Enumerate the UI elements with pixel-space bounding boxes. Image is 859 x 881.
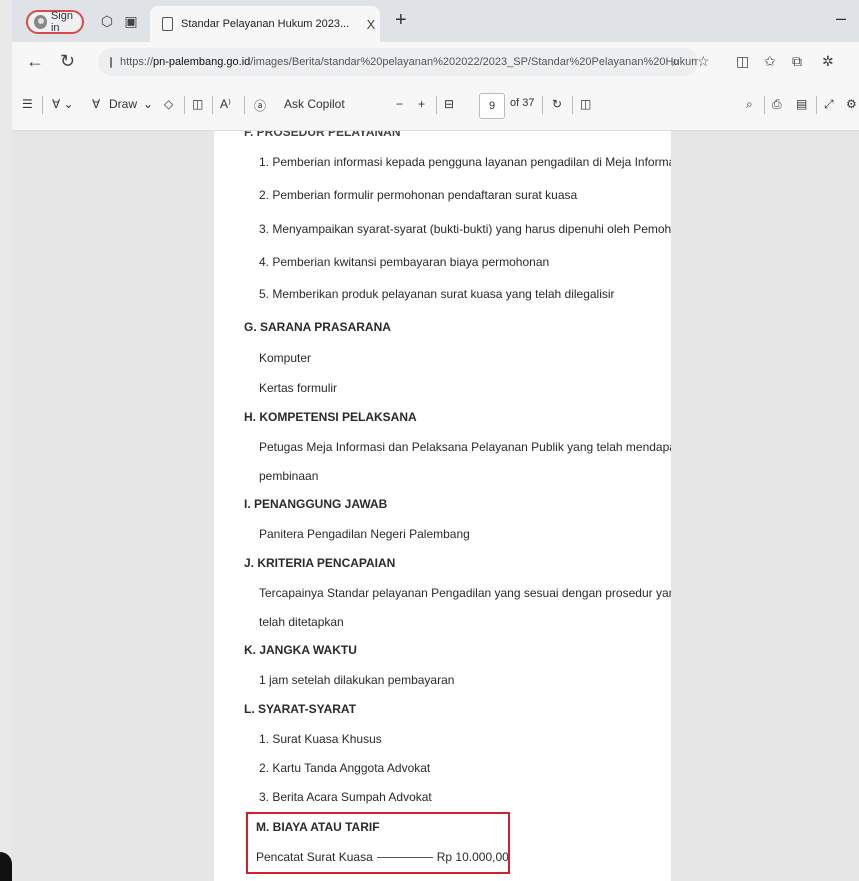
list-item: 2. Kartu Tanda Anggota Advokat — [259, 761, 431, 775]
draw-button[interactable]: Draw — [109, 97, 137, 111]
section-j-title: J. KRITERIA PENCAPAIAN — [244, 556, 396, 570]
tab-title: Standar Pelayanan Hukum 2023... — [181, 18, 350, 30]
address-input[interactable]: https://pn-palembang.go.id/images/Berita… — [98, 48, 698, 76]
list-item: 2. Pemberian formulir permohonan pendaft… — [259, 188, 578, 202]
favorites-icon[interactable]: ✩ — [764, 53, 776, 70]
divider — [764, 96, 765, 114]
document-icon — [162, 17, 173, 31]
divider — [436, 96, 437, 114]
draw-dropdown-icon[interactable]: ⌄ — [143, 97, 153, 111]
workspaces-icon[interactable]: ⬡ — [98, 12, 116, 30]
sign-in-label: Sign in — [50, 10, 73, 34]
search-icon[interactable]: ⌕ — [746, 97, 753, 112]
list-item: 1. Surat Kuasa Khusus — [259, 732, 382, 746]
list-item: 3. Menyampaikan syarat-syarat (bukti-buk… — [259, 222, 671, 236]
contents-icon[interactable]: ☰ — [22, 97, 33, 111]
list-item: 4. Pemberian kwitansi pembayaran biaya p… — [259, 255, 550, 269]
list-item: Kertas formulir — [259, 381, 338, 395]
eraser-icon[interactable]: ◇ — [164, 97, 173, 111]
back-icon[interactable]: ← — [26, 51, 44, 72]
split-screen-icon[interactable]: ◫ — [736, 53, 749, 70]
divider — [542, 96, 543, 114]
paragraph-line: 1 jam setelah dilakukan pembayaran — [259, 673, 455, 687]
section-f-title: F. PROSEDUR PELAYANAN — [244, 131, 401, 139]
browser-titlebar: Sign in ⬡ ▣ Standar Pelayanan Hukum 2023… — [12, 0, 859, 42]
profile-icon — [34, 15, 47, 29]
paragraph-line: telah ditetapkan — [259, 615, 344, 629]
pdf-page: F. PROSEDUR PELAYANAN 1. Pemberian infor… — [214, 131, 671, 881]
list-item: 5. Memberikan produk pelayanan surat kua… — [259, 287, 615, 301]
list-item: Komputer — [259, 351, 312, 365]
fit-page-icon[interactable]: ⊟ — [444, 97, 454, 111]
ask-copilot-button[interactable]: Ask Copilot — [284, 97, 345, 111]
translate-icon[interactable]: ⓐ — [254, 97, 266, 114]
url-host: pn-palembang.go.id — [153, 56, 251, 68]
paragraph-line: Petugas Meja Informasi dan Pelaksana Pel… — [259, 440, 671, 454]
list-item: 3. Berita Acara Sumpah Advokat — [259, 790, 432, 804]
new-tab-button[interactable]: + — [395, 9, 407, 32]
draw-icon[interactable]: ∀ — [92, 97, 100, 111]
paragraph-line: Panitera Pengadilan Negeri Palembang — [259, 527, 470, 541]
favorite-star-icon[interactable]: ☆ — [697, 53, 710, 70]
sign-in-button[interactable]: Sign in — [26, 10, 84, 34]
settings-icon[interactable]: ⚙ — [846, 97, 857, 111]
read-aloud-button[interactable]: A⁾ — [220, 97, 231, 111]
active-tab[interactable]: Standar Pelayanan Hukum 2023... X — [150, 6, 380, 42]
site-info-icon[interactable] — [110, 56, 112, 68]
two-page-icon[interactable]: ◫ — [580, 97, 591, 111]
paragraph-line: Tercapainya Standar pelayanan Pengadilan… — [259, 586, 671, 600]
paragraph-line: pembinaan — [259, 469, 319, 483]
extensions-icon[interactable]: ✲ — [822, 53, 834, 70]
print-icon[interactable]: ⎙ — [772, 97, 782, 112]
page-total: of 37 — [510, 97, 535, 109]
section-g-title: G. SARANA PRASARANA — [244, 320, 391, 334]
rotate-icon[interactable]: ↻ — [552, 97, 562, 111]
url-path: /images/Berita/standar%20pelayanan%20202… — [250, 56, 698, 68]
refresh-icon[interactable]: ↻ — [60, 51, 75, 72]
collections-icon[interactable]: ⧉ — [792, 53, 802, 70]
background-window-strip — [0, 0, 12, 881]
list-item: 1. Pemberian informasi kepada pengguna l… — [259, 155, 671, 169]
url-prefix: https:// — [120, 56, 154, 68]
zoom-in-button[interactable]: + — [418, 97, 425, 111]
page-view-icon[interactable]: ◫ — [192, 97, 203, 111]
section-l-title: L. SYARAT-SYARAT — [244, 702, 357, 716]
page-number-input[interactable]: 9 — [479, 93, 505, 119]
save-icon[interactable]: ▤ — [796, 97, 807, 111]
divider — [212, 96, 213, 114]
tab-actions-icon[interactable]: ▣ — [122, 12, 140, 30]
divider — [816, 96, 817, 114]
close-tab-icon[interactable]: X — [362, 17, 380, 32]
highlight-icon[interactable]: ∀ ⌄ — [52, 97, 74, 111]
highlight-annotation-box — [246, 812, 510, 874]
zoom-icon[interactable]: ⌕ — [672, 53, 680, 70]
zoom-out-button[interactable]: − — [396, 97, 403, 111]
section-k-title: K. JANGKA WAKTU — [244, 643, 357, 657]
divider — [42, 96, 43, 114]
pdf-toolbar: ☰ ∀ ⌄ ∀ Draw ⌄ ◇ ◫ A⁾ ⓐ Ask Copilot − + … — [12, 82, 859, 131]
section-h-title: H. KOMPETENSI PELAKSANA — [244, 410, 417, 424]
fullscreen-icon[interactable]: ⤢ — [824, 97, 834, 112]
minimize-button[interactable]: – — [836, 8, 846, 29]
divider — [184, 96, 185, 114]
divider — [244, 96, 245, 114]
address-bar-row: ← ↻ https://pn-palembang.go.id/images/Be… — [12, 42, 859, 82]
divider — [572, 96, 573, 114]
section-i-title: I. PENANGGUNG JAWAB — [244, 497, 388, 511]
